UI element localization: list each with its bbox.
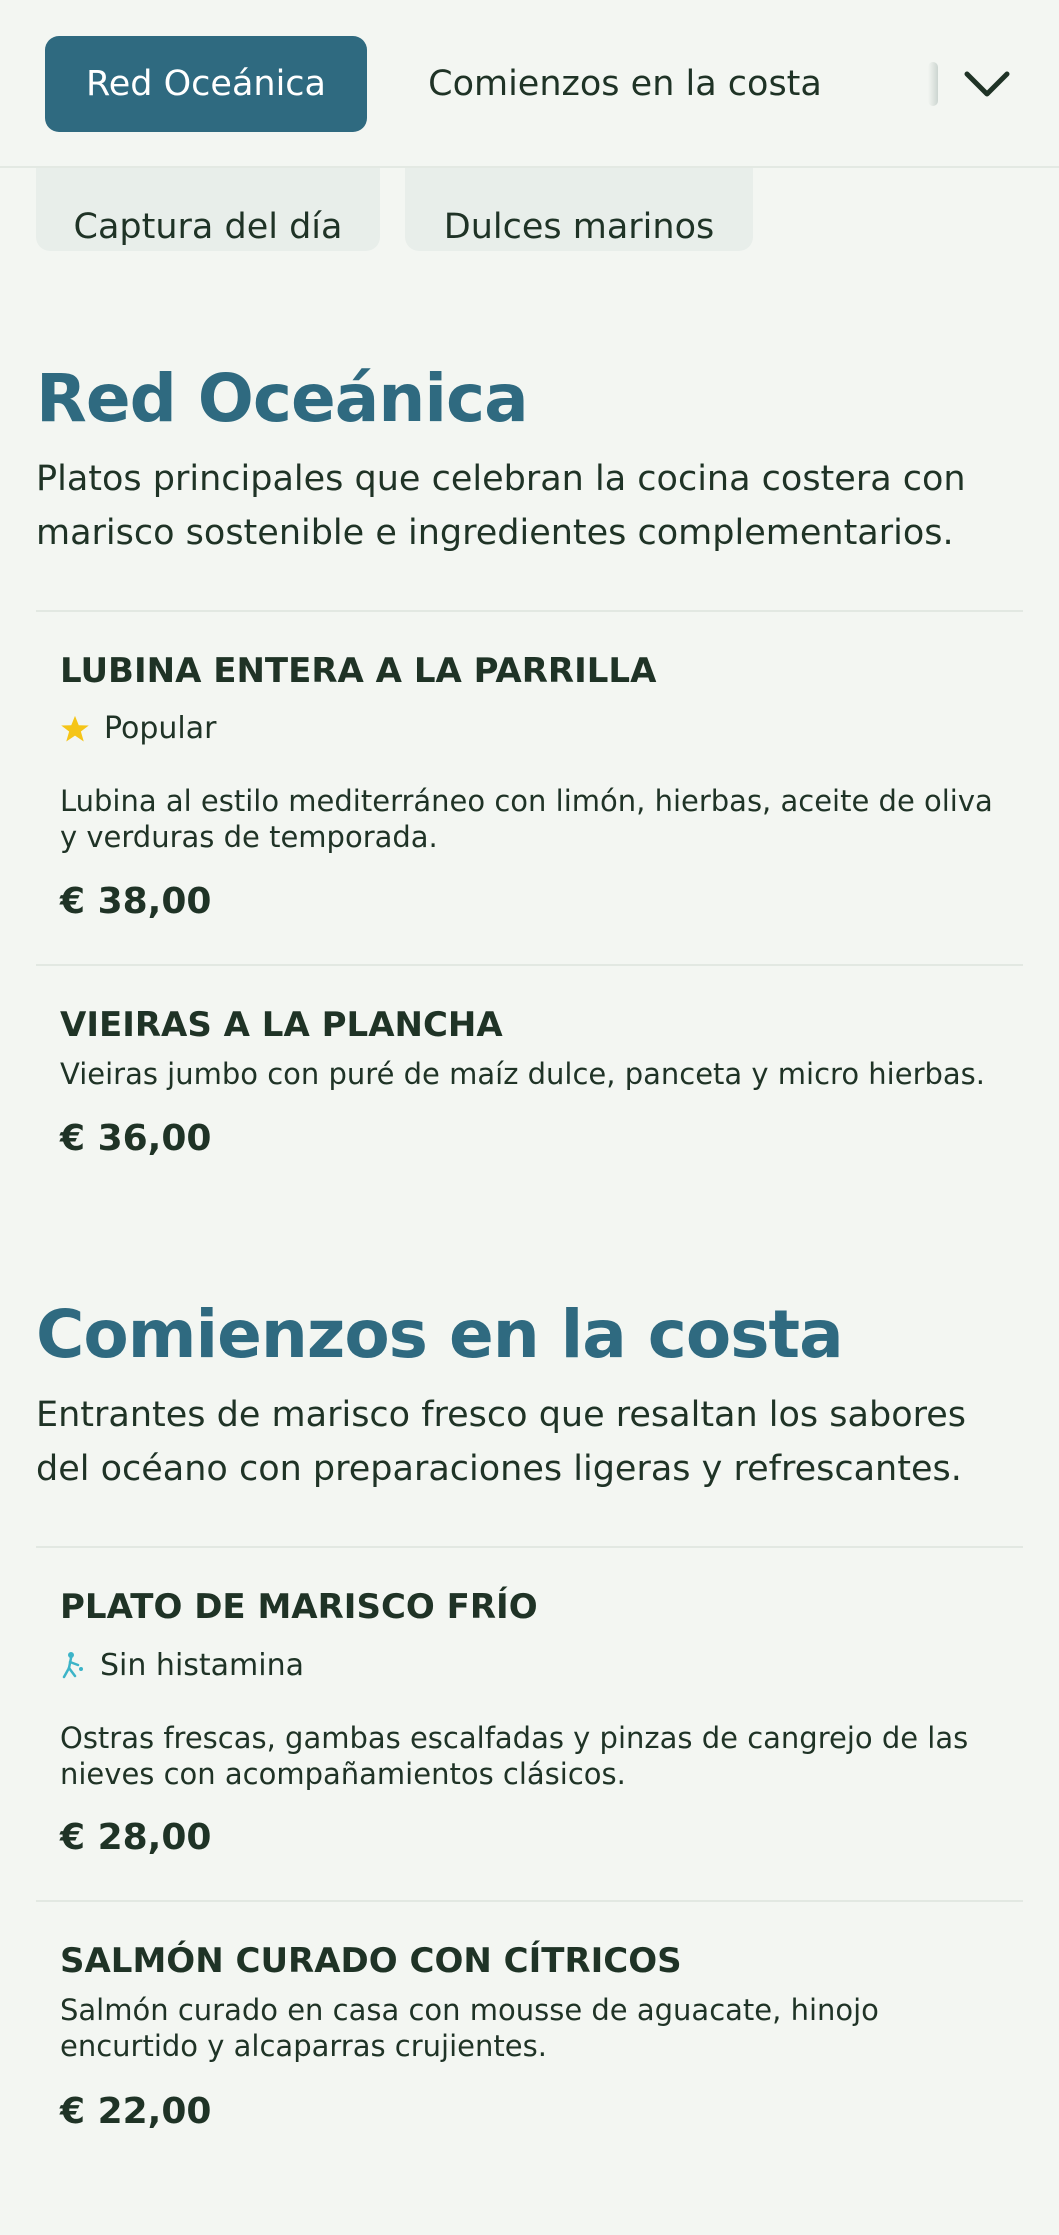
tab-dulces-marinos[interactable]: Dulces marinos — [405, 155, 753, 251]
tab-label: Red Oceánica — [86, 64, 326, 104]
chevron-down-icon — [964, 71, 1010, 97]
item-name: LUBINA ENTERA A LA PARRILLA — [60, 651, 657, 691]
histamine-free-badge: Sin histamina — [60, 1651, 304, 1681]
section-description: Platos principales que celebran la cocin… — [36, 459, 966, 553]
category-nav: Red Oceánica Comienzos en la costa — [0, 0, 1059, 168]
item-description: Salmón curado en casa con mousse de agua… — [60, 1993, 879, 2063]
divider — [36, 964, 1023, 966]
tab-red-oceanica[interactable]: Red Oceánica — [45, 36, 367, 132]
tab-label: Dulces marinos — [443, 207, 715, 247]
divider — [36, 1546, 1023, 1548]
scroll-fade-indicator — [928, 62, 938, 106]
item-description: Vieiras jumbo con puré de maíz dulce, pa… — [60, 1057, 985, 1091]
section-title: Red Oceánica — [36, 360, 529, 437]
tab-captura-del-dia[interactable]: Captura del día — [36, 155, 380, 251]
histamine-free-icon — [60, 1651, 86, 1681]
divider — [36, 1900, 1023, 1902]
item-name: SALMÓN CURADO CON CÍTRICOS — [60, 1941, 682, 1981]
item-price: € 36,00 — [60, 1118, 212, 1159]
item-description: Ostras frescas, gambas escalfadas y pinz… — [60, 1721, 969, 1791]
star-icon — [60, 714, 90, 744]
more-categories-button[interactable] — [955, 52, 1019, 116]
tab-label: Comienzos en la costa — [428, 64, 822, 104]
item-name: VIEIRAS A LA PLANCHA — [60, 1005, 503, 1045]
item-price: € 38,00 — [60, 881, 212, 922]
popular-badge: Popular — [60, 714, 217, 744]
item-name: PLATO DE MARISCO FRÍO — [60, 1587, 538, 1627]
section-description: Entrantes de marisco fresco que resaltan… — [36, 1395, 966, 1489]
tab-comienzos-en-la-costa[interactable]: Comienzos en la costa — [410, 36, 840, 132]
section-title: Comienzos en la costa — [36, 1296, 844, 1373]
item-description: Lubina al estilo mediterráneo con limón,… — [60, 784, 993, 854]
tab-label: Captura del día — [73, 207, 343, 247]
badge-label: Popular — [104, 711, 217, 746]
divider — [36, 610, 1023, 612]
item-price: € 22,00 — [60, 2091, 212, 2132]
badge-label: Sin histamina — [100, 1648, 305, 1683]
item-price: € 28,00 — [60, 1817, 212, 1858]
